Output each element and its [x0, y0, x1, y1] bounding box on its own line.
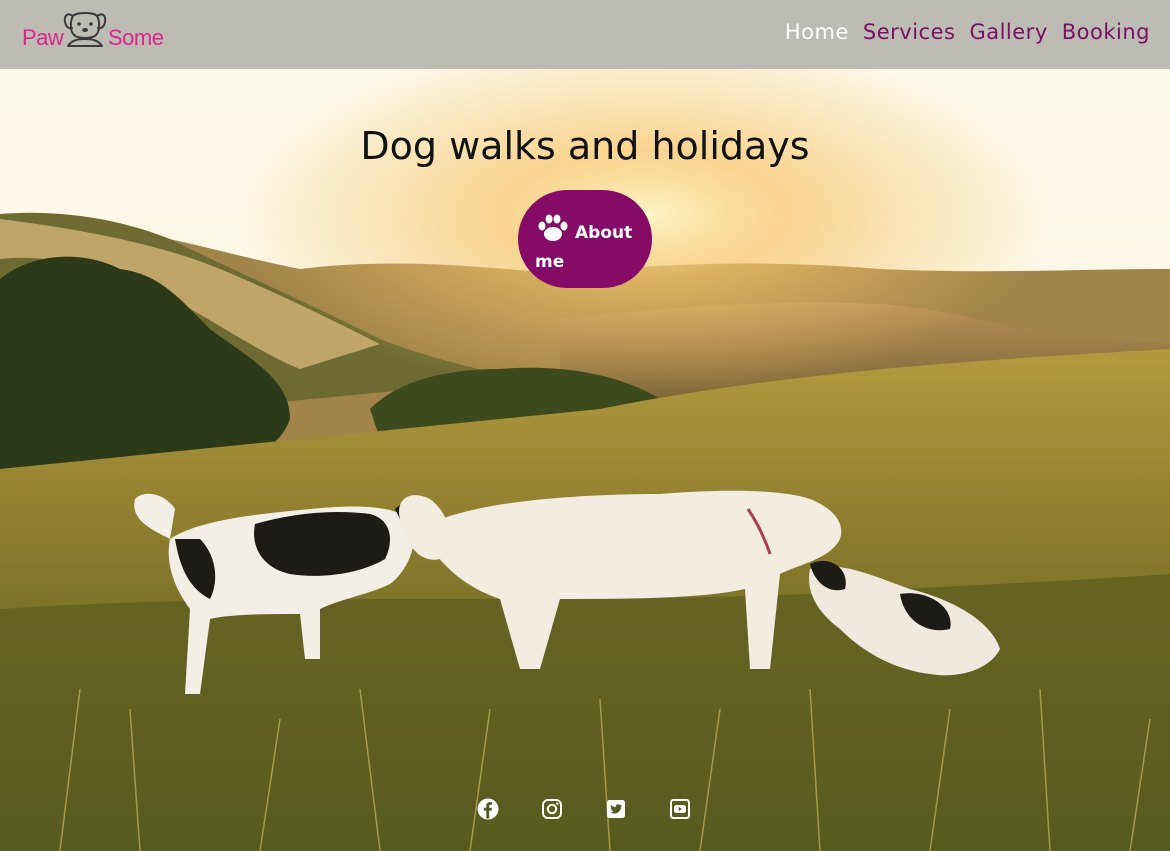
social-links — [476, 797, 692, 821]
main-nav: Home Services Gallery Booking — [785, 20, 1150, 44]
site-header: Paw Some Home Services Gallery Booking — [0, 0, 1170, 69]
youtube-icon[interactable] — [668, 797, 692, 821]
nav-booking[interactable]: Booking — [1062, 20, 1150, 44]
about-me-button-content: About me — [535, 209, 635, 272]
instagram-icon[interactable] — [540, 797, 564, 821]
nav-services[interactable]: Services — [863, 20, 956, 44]
about-me-button[interactable]: About me — [518, 190, 652, 288]
dog-face-icon — [63, 12, 107, 47]
twitter-icon[interactable] — [604, 797, 628, 821]
nav-home[interactable]: Home — [785, 20, 849, 44]
hero-background-image — [0, 69, 1170, 851]
brand-logo[interactable]: Paw Some — [22, 8, 172, 54]
hero-title: Dog walks and holidays — [360, 124, 810, 168]
hero-section: Dog walks and holidays About me — [0, 69, 1170, 851]
nav-gallery[interactable]: Gallery — [969, 20, 1047, 44]
about-me-label: About me — [535, 223, 633, 272]
brand-text-left: Paw — [22, 25, 64, 50]
brand-text-right: Some — [108, 25, 164, 50]
facebook-icon[interactable] — [476, 797, 500, 821]
